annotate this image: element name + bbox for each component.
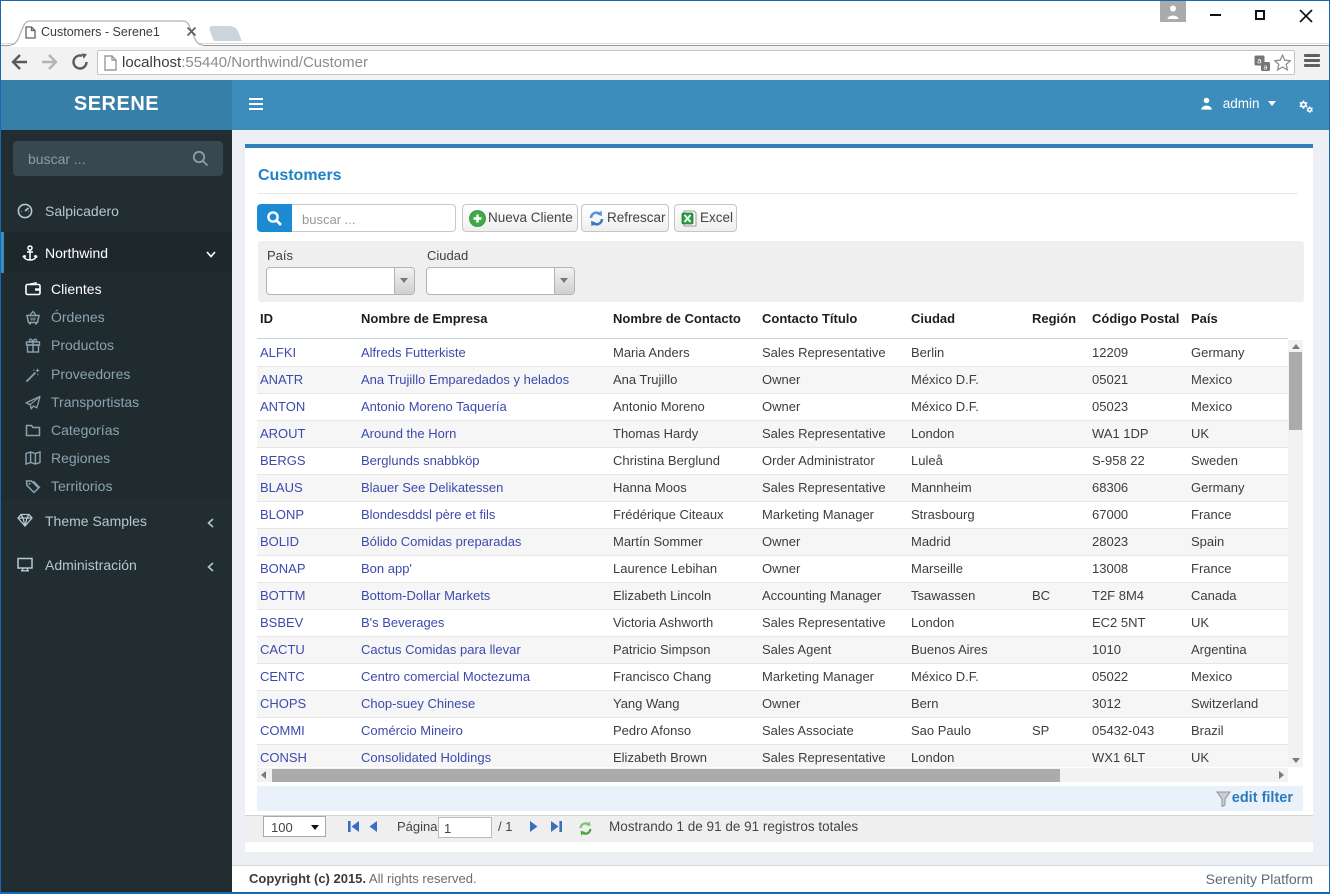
svg-text:a: a <box>1264 65 1268 72</box>
